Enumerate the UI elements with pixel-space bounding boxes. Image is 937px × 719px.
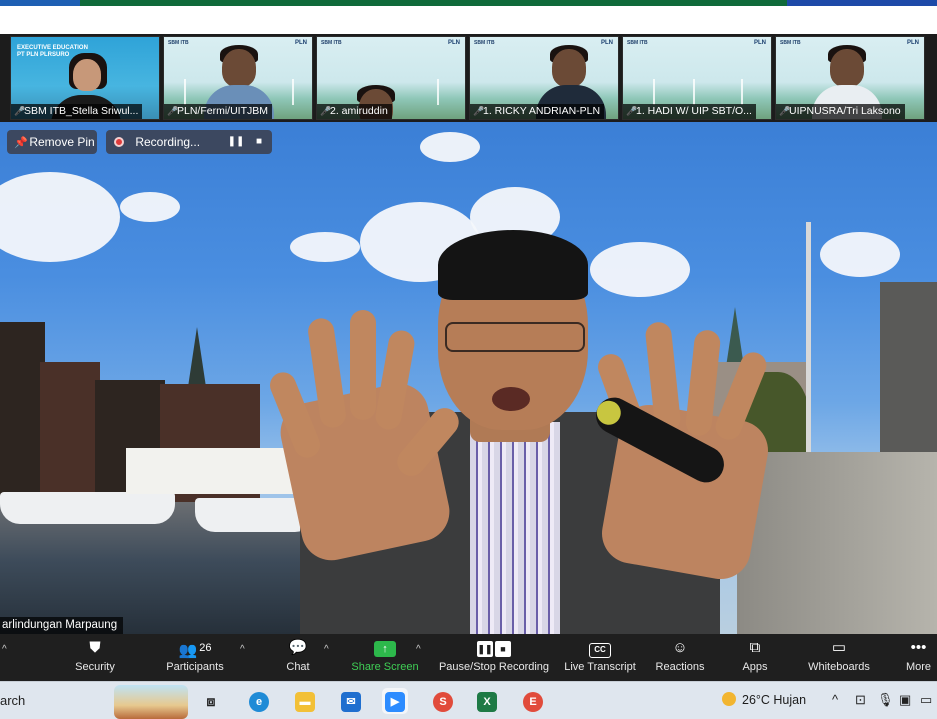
participant-tile[interactable]: SBM ITB PLN 🎤1. RICKY ANDRIAN-PLN <box>469 36 619 120</box>
recording-dot-icon <box>114 137 124 147</box>
audio-options-caret[interactable]: ^ <box>2 644 7 655</box>
security-button[interactable]: ⛊ Security <box>70 634 120 681</box>
muted-mic-icon: 🎤 <box>320 106 332 116</box>
brand-logo: SBM ITB <box>321 40 342 46</box>
muted-mic-icon: 🎤 <box>626 106 638 116</box>
microphone-icon[interactable]: 🎙 <box>877 692 894 708</box>
windows-taskbar: arch ⧈ e ▬ ✉ ▶ S X E 26°C Hujan ^ ⊡ 🎙 ▣ … <box>0 681 937 719</box>
chat-button[interactable]: 💬 Chat <box>278 634 318 681</box>
participants-caret[interactable]: ^ <box>240 644 245 655</box>
brand-logo: SBM ITB <box>474 40 495 46</box>
participant-face <box>830 49 864 87</box>
top-white-bar <box>0 6 937 34</box>
brand-logo: SBM ITB <box>627 40 648 46</box>
zoom-meeting-window: EXECUTIVE EDUCATION PT PLN PLRSURO 🎤SBM … <box>0 0 937 719</box>
pause-recording-button[interactable]: ❚❚ <box>227 134 245 150</box>
weather-sun-icon <box>722 692 736 706</box>
stop-recording-button[interactable]: ■ <box>250 134 268 150</box>
more-button[interactable]: ••• More <box>900 634 937 681</box>
participant-name-label: 🎤PLN/Fermi/UITJBM <box>164 104 273 119</box>
pln-logo: PLN <box>448 40 460 46</box>
pln-logo: PLN <box>907 40 919 46</box>
weather-widget[interactable]: 26°C Hujan <box>722 692 806 707</box>
taskbar-search-box[interactable]: arch <box>0 693 25 708</box>
excel-icon[interactable]: X <box>474 688 500 714</box>
participant-face <box>222 49 256 87</box>
display-icon[interactable]: ▣ <box>899 692 911 708</box>
participant-name-label: 🎤2. amiruddin <box>317 104 392 119</box>
pause-stop-icon: ❚❚ ■ <box>436 634 552 660</box>
whiteboards-button[interactable]: ▭ Whiteboards <box>802 634 876 681</box>
brand-logo: SBM ITB <box>168 40 189 46</box>
active-speaker-video[interactable]: 📌 Remove Pin Recording... ❚❚ ■ arlindung… <box>0 122 937 634</box>
live-transcript-button[interactable]: CC Live Transcript <box>562 634 638 681</box>
muted-mic-icon: 🎤 <box>779 106 791 116</box>
participant-tile[interactable]: EXECUTIVE EDUCATION PT PLN PLRSURO 🎤SBM … <box>10 36 160 120</box>
share-screen-icon: ↑ <box>374 641 396 657</box>
file-explorer-icon[interactable]: ▬ <box>292 688 318 714</box>
share-screen-caret[interactable]: ^ <box>416 644 421 655</box>
participant-name-label: 🎤SBM ITB_Stella Sriwul... <box>11 104 143 119</box>
chevron-up-icon[interactable]: ^ <box>832 692 838 707</box>
remove-pin-label: Remove Pin <box>29 135 95 149</box>
brand-logo: SBM ITB <box>780 40 801 46</box>
speaker-name-label: arlindungan Marpaung <box>0 617 124 634</box>
ellipsis-icon: ••• <box>910 639 927 656</box>
chrome-profile-s-icon[interactable]: S <box>430 688 456 714</box>
zoom-app-icon[interactable]: ▶ <box>382 688 408 714</box>
participant-name-label: 🎤UIPNUSRA/Tri Laksono <box>776 104 905 119</box>
muted-mic-icon: 🎤 <box>167 106 179 116</box>
participant-gallery-strip: EXECUTIVE EDUCATION PT PLN PLRSURO 🎤SBM … <box>0 34 937 122</box>
share-screen-button[interactable]: ↑ Share Screen <box>348 634 422 681</box>
apps-button[interactable]: ⧉ Apps <box>730 634 780 681</box>
meeting-toolbar: ^ ⛊ Security 👥 26 Participants ^ 💬 Chat ^… <box>0 634 937 681</box>
remove-pin-button[interactable]: 📌 Remove Pin <box>7 130 97 154</box>
mail-icon[interactable]: ✉ <box>338 688 364 714</box>
pln-logo: PLN <box>754 40 766 46</box>
whiteboard-icon: ▭ <box>831 639 847 656</box>
chrome-profile-e-icon[interactable]: E <box>520 688 546 714</box>
pln-logo: PLN <box>295 40 307 46</box>
participant-count: 26 <box>199 642 212 654</box>
participant-tile[interactable]: SBM ITB PLN 🎤PLN/Fermi/UITJBM <box>163 36 313 120</box>
edge-browser-icon[interactable]: e <box>246 688 272 714</box>
search-highlight-image[interactable] <box>114 685 188 719</box>
smiley-plus-icon: ☺ <box>672 639 688 656</box>
pin-icon: 📌 <box>14 137 28 149</box>
participant-tile[interactable]: SBM ITB PLN 🎤2. amiruddin <box>316 36 466 120</box>
muted-mic-icon: 🎤 <box>473 106 485 116</box>
shield-icon: ⛊ <box>89 639 101 656</box>
closed-caption-icon: CC <box>589 643 611 658</box>
chat-bubble-icon: 💬 <box>288 639 308 656</box>
pause-stop-recording-button[interactable]: ❚❚ ■ Pause/Stop Recording <box>436 634 552 681</box>
participants-button[interactable]: 👥 26 Participants <box>160 634 230 681</box>
meet-now-icon[interactable]: ⊡ <box>855 692 866 708</box>
battery-icon[interactable]: ▭ <box>920 692 932 708</box>
participants-icon: 👥 26 <box>178 642 212 659</box>
chat-caret[interactable]: ^ <box>324 644 329 655</box>
muted-mic-icon: 🎤 <box>14 106 26 116</box>
participant-name-label: 🎤1. HADI W/ UIP SBT/O... <box>623 104 756 119</box>
apps-icon: ⧉ <box>749 639 761 656</box>
pln-logo: PLN <box>601 40 613 46</box>
recording-indicator: Recording... ❚❚ ■ <box>106 130 272 154</box>
participant-face <box>552 49 586 87</box>
reactions-button[interactable]: ☺ Reactions <box>652 634 708 681</box>
participant-tile[interactable]: SBM ITB PLN 🎤1. HADI W/ UIP SBT/O... <box>622 36 772 120</box>
participant-face <box>73 59 101 91</box>
recording-label: Recording... <box>135 135 201 149</box>
task-view-icon[interactable]: ⧈ <box>198 688 224 714</box>
participant-tile[interactable]: SBM ITB PLN 🎤UIPNUSRA/Tri Laksono <box>775 36 925 120</box>
participant-name-label: 🎤1. RICKY ANDRIAN-PLN <box>470 104 605 119</box>
